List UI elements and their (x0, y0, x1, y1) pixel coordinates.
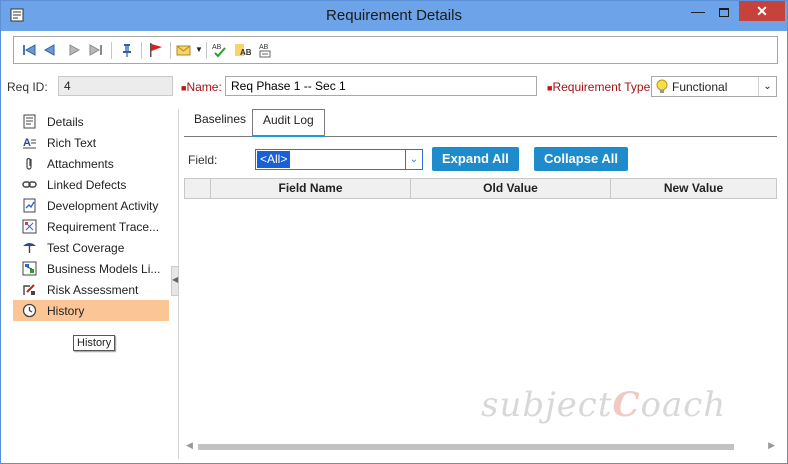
name-input[interactable] (225, 76, 537, 96)
history-icon (22, 303, 37, 318)
business-model-icon (22, 261, 37, 276)
history-tooltip: History (73, 335, 116, 351)
sidebar-item-history[interactable]: History (13, 300, 169, 321)
sidebar-item-attachments[interactable]: Attachments (13, 153, 169, 174)
sidebar-item-requirement-trace[interactable]: Requirement Trace... (13, 216, 169, 237)
first-record-icon[interactable] (20, 41, 38, 59)
sidebar-item-label: Attachments (47, 157, 114, 171)
last-record-icon[interactable] (87, 41, 105, 59)
column-header-new-value[interactable]: New Value (611, 179, 776, 198)
column-header-old-value[interactable]: Old Value (411, 179, 611, 198)
sidebar-item-rich-text[interactable]: A Rich Text (13, 132, 169, 153)
field-filter-value: <All> (257, 151, 291, 168)
chevron-left-icon: ◀ (172, 275, 179, 284)
thesaurus-icon[interactable]: AB (234, 41, 252, 59)
splitter-handle[interactable]: ◀ (171, 266, 179, 296)
sidebar-item-label: Development Activity (47, 199, 159, 213)
sidebar-item-label: Business Models Li... (47, 262, 161, 276)
sidebar-item-label: Linked Defects (47, 178, 127, 192)
spelling-options-icon[interactable]: AB (257, 41, 275, 59)
sidebar: Details A Rich Text Attachments Linked D… (13, 109, 171, 449)
lightbulb-icon (656, 79, 668, 93)
field-label: Field: (188, 153, 218, 167)
horizontal-scrollbar[interactable]: ◀ ▶ (184, 440, 777, 452)
grid-header: Field Name Old Value New Value (184, 178, 777, 199)
sidebar-item-label: Rich Text (47, 136, 97, 150)
requirement-type-label: ■Requirement Type: (547, 80, 654, 94)
chevron-down-icon[interactable]: ⌄ (405, 150, 422, 169)
paperclip-icon (26, 157, 32, 170)
sidebar-item-development-activity[interactable]: Development Activity (13, 195, 169, 216)
toolbar: ▼ AB AB AB (13, 36, 778, 64)
link-icon (22, 181, 37, 188)
scroll-right-icon[interactable]: ▶ (768, 440, 775, 451)
tab-bar: Baselines Audit Log (184, 109, 777, 137)
window-title: Requirement Details (326, 7, 462, 24)
requirement-details-window: Requirement Details — ✕ ▼ AB AB AB Req I… (0, 0, 788, 464)
scrollbar-thumb[interactable] (198, 444, 734, 450)
sidebar-item-label: Test Coverage (47, 241, 125, 255)
collapse-all-button[interactable]: Collapse All (534, 147, 628, 171)
tab-baselines[interactable]: Baselines (184, 109, 256, 137)
sidebar-item-label: Risk Assessment (47, 283, 139, 297)
column-header-indicator[interactable] (185, 179, 211, 198)
requirement-type-value: Functional (672, 80, 728, 94)
field-filter-select[interactable]: <All> ⌄ (255, 149, 423, 170)
column-header-field-name[interactable]: Field Name (211, 179, 411, 198)
requirement-type-select[interactable]: Functional ⌄ (651, 76, 777, 97)
trace-icon (22, 219, 37, 234)
svg-text:AB: AB (212, 44, 222, 51)
flag-icon[interactable] (147, 41, 165, 59)
minimize-button[interactable]: — (685, 3, 711, 23)
name-label: ■Name: (181, 80, 222, 94)
close-button[interactable]: ✕ (739, 1, 785, 21)
sidebar-item-label: Details (47, 115, 84, 129)
chevron-down-icon[interactable]: ⌄ (758, 77, 776, 96)
scroll-left-icon[interactable]: ◀ (186, 440, 193, 451)
development-icon (23, 198, 36, 213)
title-bar: Requirement Details — ✕ (1, 1, 787, 31)
req-id-label: Req ID: (7, 80, 48, 94)
maximize-button[interactable] (711, 3, 737, 23)
watermark: subjectCoach (481, 385, 727, 425)
sidebar-item-label: History (47, 304, 85, 318)
details-icon (23, 114, 36, 129)
sidebar-item-risk-assessment[interactable]: Risk Assessment (13, 279, 169, 300)
svg-text:A: A (23, 137, 31, 149)
expand-all-button[interactable]: Expand All (432, 147, 519, 171)
next-record-icon[interactable] (65, 41, 83, 59)
coverage-icon (23, 243, 36, 253)
pin-icon[interactable] (118, 41, 136, 59)
sidebar-item-details[interactable]: Details (13, 111, 169, 132)
svg-text:AB: AB (259, 44, 269, 51)
sidebar-item-test-coverage[interactable]: Test Coverage (13, 237, 169, 258)
email-icon[interactable] (175, 41, 193, 59)
risk-icon (23, 284, 35, 295)
svg-text:AB: AB (240, 48, 252, 57)
req-id-field: 4 (58, 76, 173, 96)
sidebar-item-business-models[interactable]: Business Models Li... (13, 258, 169, 279)
tab-audit-log[interactable]: Audit Log (252, 109, 325, 137)
sidebar-item-linked-defects[interactable]: Linked Defects (13, 174, 169, 195)
spelling-icon[interactable]: AB (211, 41, 229, 59)
email-dropdown-icon[interactable]: ▼ (195, 45, 203, 54)
rich-text-icon: A (23, 137, 36, 149)
sidebar-item-label: Requirement Trace... (47, 220, 160, 234)
previous-record-icon[interactable] (41, 41, 59, 59)
